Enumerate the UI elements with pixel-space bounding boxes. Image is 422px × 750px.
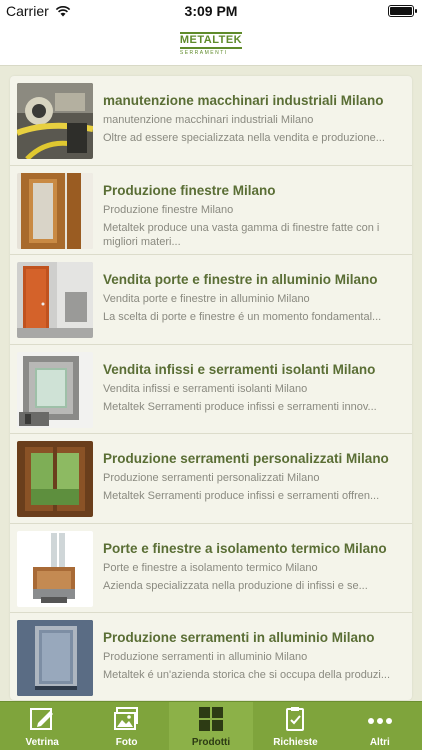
list-item[interactable]: Produzione finestre Milano Produzione fi… [10,166,412,255]
clipboard-icon [286,707,305,731]
list-item[interactable]: Vendita porte e finestre in alluminio Mi… [10,255,412,345]
item-description: La scelta di porte e finestre é un momen… [103,311,382,323]
item-description: Metaltek Serramenti produce infissi e se… [103,490,380,502]
logo-sub: SERRAMENTI [179,49,228,56]
thermal-window-section-thumbnail [17,530,93,607]
tab-bar: Vetrina Foto Prodotti Richieste Altri [0,701,422,750]
item-subtitle: Produzione serramenti in alluminio Milan… [103,651,308,663]
item-description: Azienda specializzata nella produzione d… [103,579,368,592]
tab-label: Vetrina [25,737,59,748]
item-title: Vendita infissi e serramenti isolanti Mi… [103,361,376,377]
orange-door-thumbnail [17,262,93,338]
photo-icon [113,707,138,730]
item-title: Produzione serramenti in alluminio Milan… [103,630,375,645]
tab-foto[interactable]: Foto [84,702,168,750]
item-description: Metaltek Serramenti produce infissi e se… [103,400,377,413]
status-time: 3:09 PM [184,3,238,19]
tab-prodotti[interactable]: Prodotti [168,702,254,750]
tab-label: Prodotti [191,737,231,748]
app-header: METALTEK SERRAMENTI [0,22,422,66]
industrial-machinery-thumbnail [17,83,93,159]
item-subtitle: Porte e finestre a isolamento termico Mi… [103,561,318,574]
list-item[interactable]: Produzione serramenti in alluminio Milan… [10,613,412,700]
list-item[interactable]: manutenzione macchinari industriali Mila… [10,76,412,166]
tab-richieste[interactable]: Richieste [253,702,337,750]
item-description: Oltre ad essere specializzata nella vend… [103,132,385,144]
tab-altri[interactable]: Altri [338,702,422,750]
more-icon [367,718,392,724]
item-subtitle: Produzione serramenti personalizzati Mil… [103,472,320,484]
item-title: Produzione serramenti personalizzati Mil… [103,451,389,466]
status-bar: Carrier 3:09 PM [0,0,422,22]
item-subtitle: Produzione finestre Milano [103,203,234,216]
item-title: manutenzione macchinari industriali Mila… [103,93,384,108]
aluminium-window-thumbnail [17,620,93,696]
item-title: Vendita porte e finestre in alluminio Mi… [103,272,378,287]
list-item[interactable]: Porte e finestre a isolamento termico Mi… [10,524,412,613]
list-item[interactable]: Vendita infissi e serramenti isolanti Mi… [10,345,412,434]
item-title: Porte e finestre a isolamento termico Mi… [103,540,387,556]
tab-vetrina[interactable]: Vetrina [0,702,84,750]
tab-label: Richieste [273,737,318,748]
logo-word: METALTEK [179,31,243,49]
item-description: Metaltek é un'azienda storica che si occ… [103,669,391,681]
grid-icon [199,707,224,731]
item-description: Metaltek produce una vasta gamma di fine… [103,221,380,248]
item-title: Produzione finestre Milano [103,182,276,198]
metaltek-logo: METALTEK SERRAMENTI [179,31,243,56]
list-item[interactable]: Produzione serramenti personalizzati Mil… [10,434,412,524]
battery-icon [388,5,417,17]
tab-label: Altri [369,737,390,748]
product-list: manutenzione macchinari industriali Mila… [10,76,412,700]
aluminium-profile-thumbnail [17,351,93,428]
item-subtitle: manutenzione macchinari industriali Mila… [103,114,314,126]
item-subtitle: Vendita porte e finestre in alluminio Mi… [103,293,310,305]
tab-label: Foto [115,737,138,748]
edit-icon [30,708,54,730]
item-subtitle: Vendita infissi e serramenti isolanti Mi… [103,382,308,395]
wooden-window-thumbnail [17,172,93,249]
wood-frame-window-thumbnail [17,441,93,517]
